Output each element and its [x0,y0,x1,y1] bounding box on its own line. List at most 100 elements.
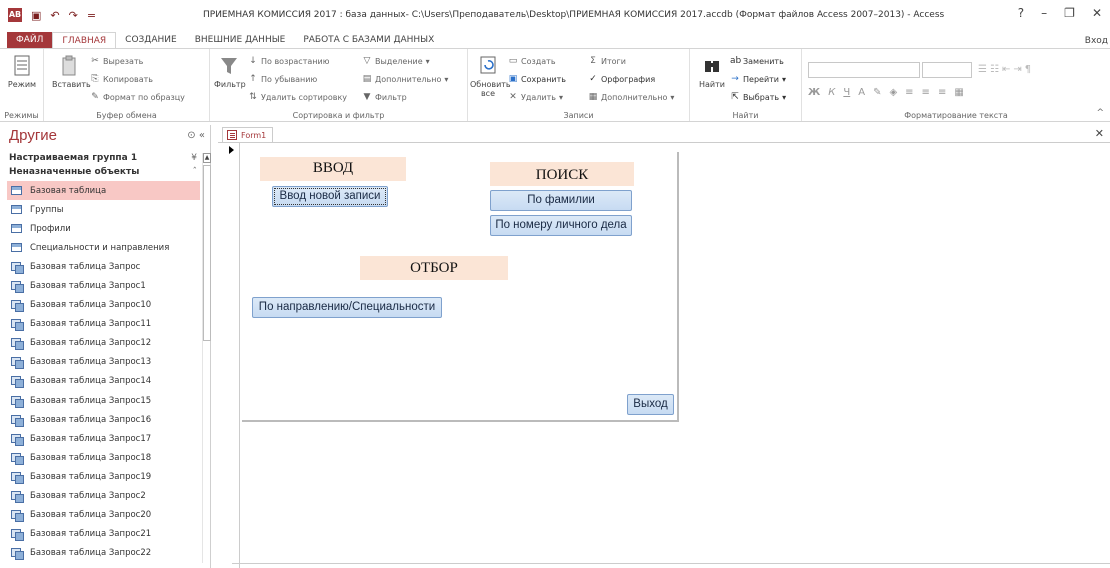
binoculars-icon [705,61,719,72]
search-by-file-number-button[interactable]: По номеру личного дела [490,215,632,236]
find-label: Найти [699,80,725,89]
nav-item[interactable]: Базовая таблица [7,181,200,201]
nav-group-custom[interactable]: Настраиваемая группа 1 ¥ [9,153,199,163]
find-button[interactable]: Найти [698,55,726,89]
nav-item[interactable]: Базовая таблица Запрос21 [7,525,200,544]
bold-button[interactable]: Ж [808,87,820,98]
save-record-button[interactable]: ▣ Сохранить [508,74,566,84]
close-button[interactable]: ✕ [1092,6,1102,20]
cut-button[interactable]: ✂ Вырезать [90,56,143,66]
indent-icon[interactable]: ⇤ [1002,64,1010,75]
gridlines-icon[interactable]: ▦ [954,87,963,98]
underline-button[interactable]: Ч [843,87,850,98]
nav-title[interactable]: Другие [9,127,57,144]
nav-item[interactable]: Базовая таблица Запрос16 [7,410,200,429]
nav-scrollbar[interactable]: ▲ [202,153,211,563]
font-size-select[interactable] [922,62,972,78]
numbering-icon[interactable]: ☷ [990,64,999,75]
nav-item[interactable]: Группы [7,200,200,219]
close-document-icon[interactable]: ✕ [1095,127,1104,140]
nav-item[interactable]: Профили [7,219,200,238]
collapse-ribbon-icon[interactable]: ^ [1096,108,1104,118]
restore-button[interactable]: ❐ [1064,6,1075,20]
exit-button[interactable]: Выход [627,394,674,415]
nav-item[interactable]: Базовая таблица Запрос11 [7,315,200,334]
shutter-close-icon[interactable]: « [199,130,205,141]
access-app-icon[interactable]: AВ [8,8,22,22]
search-by-surname-button[interactable]: По фамилии [490,190,632,211]
highlight-icon[interactable]: ✎ [873,87,881,98]
outdent-icon[interactable]: ⇥ [1013,64,1021,75]
sort-ascending-button[interactable]: ↓ По возрастанию [248,56,329,66]
minimize-button[interactable]: – [1041,6,1047,20]
save-icon: ▣ [508,74,518,84]
copy-button[interactable]: ⎘ Копировать [90,74,153,84]
totals-button[interactable]: Σ Итоги [588,56,626,66]
spelling-button[interactable]: ✓ Орфография [588,74,655,84]
paragraph-icon[interactable]: ¶ [1025,64,1031,75]
scroll-thumb[interactable] [203,165,211,341]
format-painter-button[interactable]: ✎ Формат по образцу [90,92,185,102]
save-icon[interactable]: ▣ [31,9,41,22]
advanced-filter-button[interactable]: ▤ Дополнительно ▾ [362,74,449,84]
align-left-icon[interactable]: ≡ [905,87,913,98]
record-selector[interactable] [226,143,240,568]
nav-item[interactable]: Базовая таблица Запрос10 [7,296,200,315]
more-records-button[interactable]: ▦ Дополнительно ▾ [588,92,675,102]
nav-item[interactable]: Базовая таблица Запрос19 [7,467,200,486]
doc-tab-form1[interactable]: Form1 [222,127,274,142]
align-right-icon[interactable]: ≡ [938,87,946,98]
tab-create[interactable]: СОЗДАНИЕ [116,32,186,49]
paste-button[interactable]: Вставить [52,55,91,89]
nav-item[interactable]: Специальности и направления [7,238,200,257]
nav-item[interactable]: Базовая таблица Запрос18 [7,448,200,467]
refresh-all-button[interactable]: Обновить все [470,55,511,98]
sign-in-link[interactable]: Вход [1085,36,1108,46]
nav-item[interactable]: Базовая таблица Запрос14 [7,372,200,391]
new-record-button[interactable]: ▭ Создать [508,56,556,66]
bullets-icon[interactable]: ☰ [978,64,987,75]
tab-home[interactable]: ГЛАВНАЯ [52,32,117,49]
toggle-filter-button[interactable]: ▼ Фильтр [362,92,407,102]
scroll-up-icon[interactable]: ▲ [203,153,211,163]
new-record-form-button[interactable]: Ввод новой записи [272,186,388,207]
font-color-icon[interactable]: A [858,87,865,98]
nav-group-unassigned[interactable]: Неназначенные объекты ˆ [9,167,199,177]
filter-button[interactable]: Фильтр [214,55,246,89]
goto-button[interactable]: → Перейти ▾ [730,74,786,84]
tab-external-data[interactable]: ВНЕШНИЕ ДАННЫЕ [186,32,295,49]
chevron-down-icon: ▾ [444,74,449,84]
select-button[interactable]: ⇱ Выбрать ▾ [730,92,786,102]
italic-button[interactable]: К [828,87,835,98]
nav-item[interactable]: Базовая таблица Запрос1 [7,276,200,295]
replace-button[interactable]: ab Заменить [730,56,784,66]
format-painter-label: Формат по образцу [103,92,185,102]
nav-item[interactable]: Базовая таблица Запрос [7,257,200,276]
font-name-select[interactable] [808,62,920,78]
nav-menu-icon[interactable]: ⊙ [187,130,195,141]
nav-item[interactable]: Базовая таблица Запрос20 [7,506,200,525]
align-center-icon[interactable]: ≡ [922,87,930,98]
delete-record-button[interactable]: ✕ Удалить ▾ [508,92,563,102]
tab-database-tools[interactable]: РАБОТА С БАЗАМИ ДАННЫХ [294,32,443,49]
view-button[interactable]: Режим [4,55,40,89]
nav-item[interactable]: Базовая таблица Запрос17 [7,429,200,448]
funnel-icon [221,58,237,74]
selection-button[interactable]: ▽ Выделение ▾ [362,56,430,66]
redo-icon[interactable]: ↷ [69,9,78,22]
nav-item[interactable]: Базовая таблица Запрос12 [7,334,200,353]
customize-qat-icon[interactable]: = [87,9,96,22]
nav-item[interactable]: Базовая таблица Запрос22 [7,544,200,563]
nav-item[interactable]: Базовая таблица Запрос13 [7,353,200,372]
filter-by-specialty-button[interactable]: По направлению/Специальности [252,297,442,318]
nav-item[interactable]: Базовая таблица Запрос2 [7,487,200,506]
nav-item[interactable]: Базовая таблица Запрос15 [7,391,200,410]
undo-icon[interactable]: ↶ [50,9,59,22]
sort-descending-button[interactable]: ↑ По убыванию [248,74,317,84]
remove-sort-button[interactable]: ⇅ Удалить сортировку [248,92,347,102]
tab-file[interactable]: ФАЙЛ [7,32,53,49]
copy-label: Копировать [103,74,153,84]
help-button[interactable]: ? [1018,6,1024,20]
horizontal-scrollbar[interactable] [232,563,1110,568]
fill-color-icon[interactable]: ◈ [889,87,897,98]
